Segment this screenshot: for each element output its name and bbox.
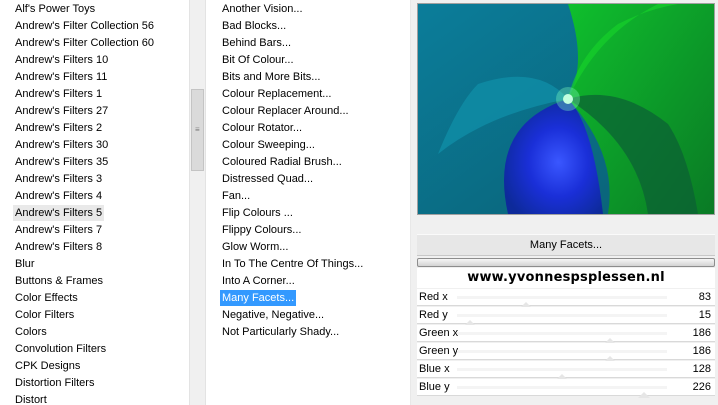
parameter-value: 186 [692, 345, 711, 357]
watermark-text: www.yvonnespsplessen.nl [417, 268, 715, 288]
category-item[interactable]: Andrew's Filter Collection 56 [13, 18, 156, 34]
category-item[interactable]: Distortion Filters [13, 375, 96, 391]
filter-item[interactable]: Colour Replacer Around... [220, 103, 351, 119]
parameter-row[interactable]: Green y 186 [417, 343, 715, 362]
category-item[interactable]: Color Effects [13, 290, 80, 306]
parameter-slider-track[interactable] [457, 332, 667, 344]
filter-name-label: Many Facets... [529, 239, 603, 251]
filter-item[interactable]: Bits and More Bits... [220, 69, 322, 85]
filter-item[interactable]: Another Vision... [220, 1, 305, 17]
parameter-value: 186 [692, 327, 711, 339]
category-item[interactable]: Alf's Power Toys [13, 1, 97, 17]
category-list[interactable]: Alf's Power Toys Andrew's Filter Collecti… [0, 0, 189, 405]
parameter-value: 15 [698, 309, 711, 321]
preview-artwork [418, 4, 714, 214]
progress-bar [417, 258, 715, 267]
filter-name-bar: Many Facets... [417, 234, 715, 256]
parameter-row[interactable]: Green x 186 [417, 325, 715, 344]
filter-list[interactable]: Another Vision... Bad Blocks... Behind Bar… [207, 0, 411, 405]
category-item[interactable]: Andrew's Filters 35 [13, 154, 110, 170]
filter-item[interactable]: Colour Sweeping... [220, 137, 317, 153]
category-item[interactable]: Andrew's Filters 2 [13, 120, 104, 136]
filter-item[interactable]: Colour Rotator... [220, 120, 304, 136]
parameter-slider-track[interactable] [457, 350, 667, 362]
filter-item[interactable]: Behind Bars... [220, 35, 293, 51]
filter-item[interactable]: Coloured Radial Brush... [220, 154, 344, 170]
category-item[interactable]: Andrew's Filters 27 [13, 103, 110, 119]
category-item[interactable]: Andrew's Filters 3 [13, 171, 104, 187]
category-item[interactable]: Andrew's Filters 10 [13, 52, 110, 68]
category-list-scrollbar[interactable]: ≡ [189, 0, 206, 405]
parameter-row[interactable]: Blue y 226 [417, 379, 715, 398]
parameter-row[interactable]: Red x 83 [417, 289, 715, 308]
parameter-label: Blue y [419, 381, 450, 393]
parameter-label: Blue x [419, 363, 450, 375]
preview-image [417, 3, 715, 215]
parameter-label: Green x [419, 327, 459, 339]
filter-item[interactable]: Negative, Negative... [220, 307, 326, 323]
filter-item[interactable]: Fan... [220, 188, 252, 204]
category-item[interactable]: Convolution Filters [13, 341, 108, 357]
filter-item[interactable]: Distressed Quad... [220, 171, 315, 187]
parameter-label: Red y [419, 309, 448, 321]
category-item[interactable]: CPK Designs [13, 358, 82, 374]
parameter-label: Green y [419, 345, 459, 357]
filter-item[interactable]: Bit Of Colour... [220, 52, 296, 68]
parameter-label: Red x [419, 291, 448, 303]
filter-item[interactable]: Glow Worm... [220, 239, 290, 255]
parameter-slider-track[interactable] [457, 368, 667, 380]
category-item[interactable]: Colors [13, 324, 49, 340]
category-item[interactable]: Andrew's Filters 4 [13, 188, 104, 204]
parameter-slider-track[interactable] [457, 386, 667, 398]
parameter-row[interactable]: Red y 15 [417, 307, 715, 326]
category-item[interactable]: Andrew's Filters 11 [13, 69, 109, 85]
filter-item[interactable]: Not Particularly Shady... [220, 324, 341, 340]
category-item[interactable]: Andrew's Filters 8 [13, 239, 104, 255]
scrollbar-grip-icon: ≡ [195, 125, 200, 134]
category-item[interactable]: Andrew's Filters 1 [13, 86, 104, 102]
category-item[interactable]: Andrew's Filters 30 [13, 137, 110, 153]
filter-item[interactable]: Bad Blocks... [220, 18, 288, 34]
scrollbar-thumb[interactable]: ≡ [191, 89, 204, 171]
filter-item[interactable]: Flippy Colours... [220, 222, 303, 238]
category-item[interactable]: Color Filters [13, 307, 76, 323]
parameter-value: 226 [692, 381, 711, 393]
category-item[interactable]: Buttons & Frames [13, 273, 105, 289]
filter-settings-panel: Many Facets... www.yvonnespsplessen.nl R… [411, 0, 718, 405]
filter-item[interactable]: In To The Centre Of Things... [220, 256, 365, 272]
filter-item[interactable]: Many Facets... [220, 290, 297, 306]
category-item[interactable]: Andrew's Filters 5 [13, 205, 105, 221]
parameter-value: 128 [692, 363, 711, 375]
category-item[interactable]: Blur [13, 256, 37, 272]
parameter-value: 83 [698, 291, 711, 303]
category-item[interactable]: Andrew's Filter Collection 60 [13, 35, 156, 51]
category-item[interactable]: Distort [13, 392, 49, 405]
filter-item[interactable]: Into A Corner... [220, 273, 297, 289]
parameter-slider-track[interactable] [457, 314, 667, 326]
category-item[interactable]: Andrew's Filters 7 [13, 222, 104, 238]
filter-item[interactable]: Colour Replacement... [220, 86, 333, 102]
parameter-slider-thumb[interactable] [637, 392, 650, 398]
parameter-slider-track[interactable] [457, 296, 667, 308]
parameter-row[interactable]: Blue x 128 [417, 361, 715, 380]
filter-item[interactable]: Flip Colours ... [220, 205, 295, 221]
